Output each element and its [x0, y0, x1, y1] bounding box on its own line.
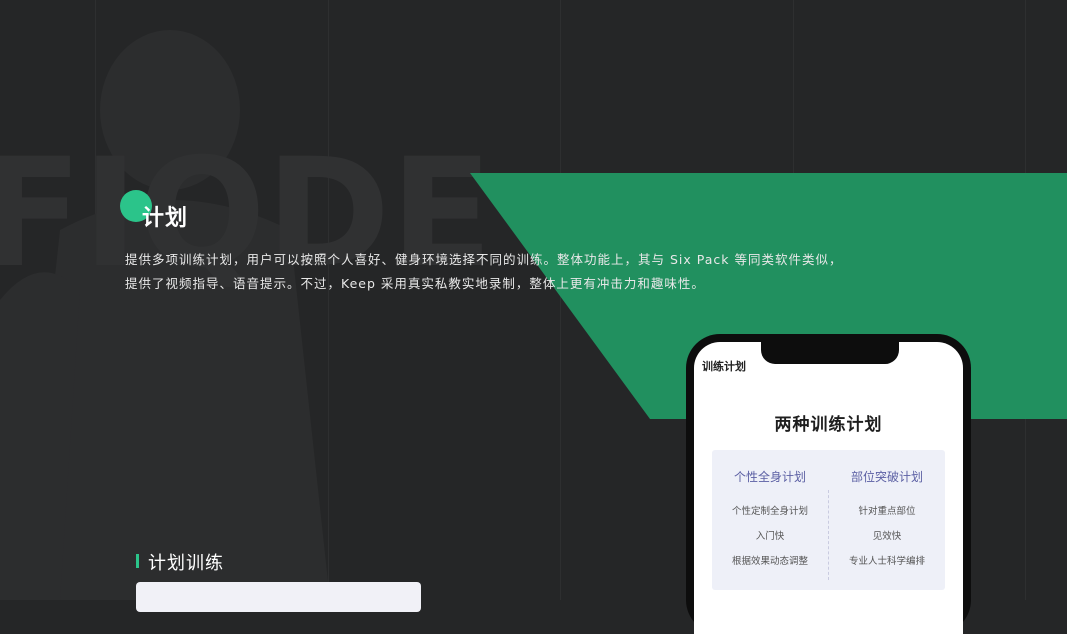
phone-notch — [761, 342, 899, 364]
subsection-accent-bar — [136, 554, 139, 568]
section-description-line: 提供了视频指导、语音提示。不过，Keep 采用真实私教实地录制，整体上更有冲击力… — [125, 276, 705, 291]
subsection-card — [136, 582, 421, 612]
plan-feature: 专业人士科学编排 — [848, 556, 925, 567]
phone-screen: 训练计划 两种训练计划 个性全身计划 个性定制全身计划 入门快 根据效果动态调整… — [694, 342, 963, 634]
plan-comparison-box: 个性全身计划 个性定制全身计划 入门快 根据效果动态调整 部位突破计划 针对重点… — [712, 450, 945, 590]
plan-title: 个性全身计划 — [733, 470, 806, 484]
plan-title: 部位突破计划 — [850, 470, 923, 484]
plan-card-body-part[interactable]: 部位突破计划 针对重点部位 见效快 专业人士科学编排 — [829, 450, 945, 569]
plan-feature: 入门快 — [755, 531, 785, 542]
plan-feature: 见效快 — [872, 531, 902, 542]
plan-feature: 个性定制全身计划 — [731, 506, 808, 517]
screen-top-label: 训练计划 — [702, 360, 746, 373]
section-description-line: 提供多项训练计划，用户可以按照个人喜好、健身环境选择不同的训练。整体功能上，其与… — [125, 252, 843, 267]
plan-feature: 根据效果动态调整 — [731, 556, 808, 567]
phone-mockup: 训练计划 两种训练计划 个性全身计划 个性定制全身计划 入门快 根据效果动态调整… — [686, 334, 971, 634]
screen-heading: 两种训练计划 — [774, 415, 883, 435]
subsection-title: 计划训练 — [148, 553, 224, 574]
plan-feature: 针对重点部位 — [858, 506, 916, 517]
section-title: 计划 — [142, 206, 189, 231]
section-description: 提供多项训练计划，用户可以按照个人喜好、健身环境选择不同的训练。整体功能上，其与… — [125, 248, 865, 296]
plan-card-full-body[interactable]: 个性全身计划 个性定制全身计划 入门快 根据效果动态调整 — [712, 450, 828, 569]
